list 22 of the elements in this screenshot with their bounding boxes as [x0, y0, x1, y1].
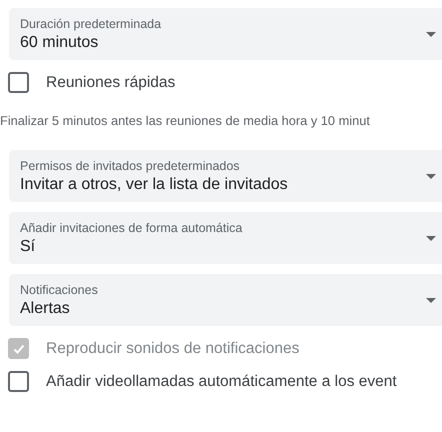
- caret-icon: [426, 298, 436, 302]
- caret-icon: [426, 174, 436, 178]
- field-label: Permisos de invitados predeterminados: [20, 158, 241, 172]
- checkbox-label: Reuniones rápidas: [46, 74, 176, 92]
- checkbox[interactable]: [8, 371, 29, 392]
- caret-icon: [426, 32, 436, 36]
- checkbox-label: Añadir videollamadas automáticamente a los event: [46, 372, 397, 390]
- field-label: Notificaciones: [20, 282, 99, 296]
- dropdown-field[interactable]: Añadir invitaciones de forma automática Sí: [9, 212, 442, 264]
- field-label: Añadir invitaciones de forma automática: [20, 220, 244, 234]
- hint-text: Finalizar 5 minutos antes las reuniones de media hora y 10 minut: [0, 113, 371, 128]
- dropdown-field[interactable]: Notificaciones Alertas: [9, 274, 442, 326]
- field-value: Invitar a otros, ver la lista de invitados: [20, 176, 289, 194]
- dropdown-field[interactable]: Duración predeterminada 60 minutos: [9, 8, 442, 60]
- checkbox[interactable]: [8, 72, 29, 93]
- dropdown-field[interactable]: Permisos de invitados predeterminados Invitar a otros, ver la lista de invitados: [9, 150, 442, 202]
- field-value: Alertas: [20, 300, 71, 318]
- field-value: 60 minutos: [20, 34, 100, 52]
- field-value: Sí: [20, 238, 36, 256]
- checkbox-label: Reproducir sonidos de notificaciones: [46, 340, 300, 358]
- field-label: Duración predeterminada: [20, 16, 162, 30]
- caret-icon: [426, 236, 436, 240]
